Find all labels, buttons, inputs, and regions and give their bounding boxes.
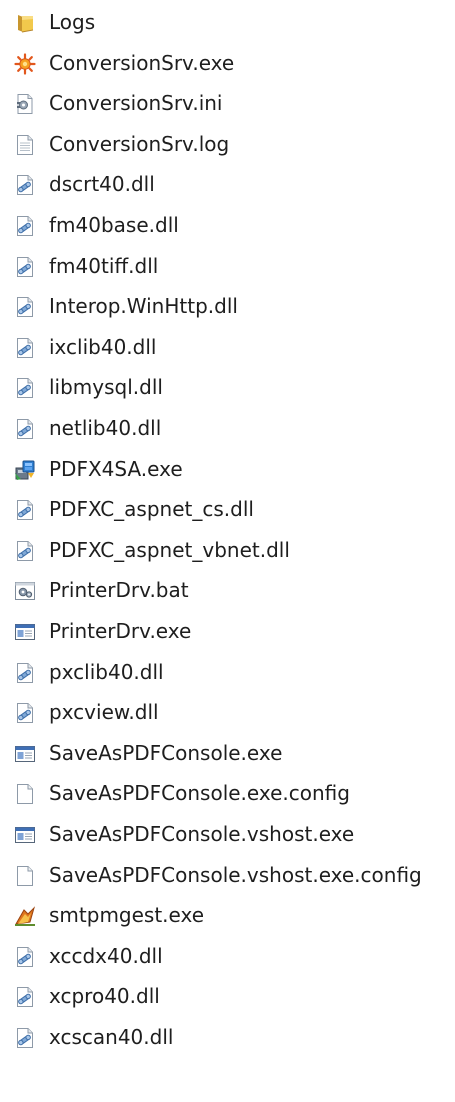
file-name: ConversionSrv.exe [49, 50, 235, 75]
file-name: PrinterDrv.exe [49, 619, 192, 643]
ini-settings-icon [14, 93, 36, 115]
file-row[interactable]: libmysql.dll [0, 368, 455, 406]
dll-icon [14, 1027, 36, 1049]
installer-icon [14, 459, 36, 481]
file-row[interactable]: SaveAsPDFConsole.exe [0, 734, 455, 772]
custom-exe-icon [14, 905, 36, 927]
file-name: SaveAsPDFConsole.exe.config [49, 781, 350, 806]
blank-file-icon [14, 783, 36, 805]
dll-icon [14, 377, 36, 399]
file-name: smtpmgest.exe [49, 903, 205, 928]
file-row[interactable]: smtpmgest.exe [0, 896, 455, 934]
file-name: xcscan40.dll [49, 1025, 174, 1049]
dll-icon [14, 215, 36, 237]
dll-icon [14, 174, 36, 196]
file-name: SaveAsPDFConsole.exe [49, 740, 283, 765]
folder-icon [14, 12, 36, 34]
file-row[interactable]: xcpro40.dll [0, 977, 455, 1015]
file-row[interactable]: pxclib40.dll [0, 653, 455, 691]
file-row[interactable]: ConversionSrv.log [0, 125, 455, 163]
dll-icon [14, 662, 36, 684]
file-name: Logs [49, 10, 96, 34]
dll-icon [14, 296, 36, 318]
file-name: netlib40.dll [49, 416, 162, 440]
file-name: pxclib40.dll [49, 659, 164, 684]
file-row[interactable]: ixclib40.dll [0, 328, 455, 366]
file-row[interactable]: PrinterDrv.exe [0, 612, 455, 650]
file-name: xcpro40.dll [49, 984, 160, 1009]
application-window-icon [14, 824, 36, 846]
file-row[interactable]: fm40tiff.dll [0, 247, 455, 285]
file-row[interactable]: PDFXC_aspnet_cs.dll [0, 490, 455, 528]
dll-icon [14, 540, 36, 562]
dll-icon [14, 702, 36, 724]
file-name: PDFXC_aspnet_cs.dll [49, 497, 254, 522]
file-name: PDFXC_aspnet_vbnet.dll [49, 537, 290, 562]
file-row[interactable]: ConversionSrv.ini [0, 84, 455, 122]
text-document-icon [14, 134, 36, 156]
file-name: ixclib40.dll [49, 334, 157, 359]
file-row[interactable]: SaveAsPDFConsole.vshost.exe.config [0, 856, 455, 894]
application-window-icon [14, 743, 36, 765]
dll-icon [14, 499, 36, 521]
file-name: SaveAsPDFConsole.vshost.exe.config [49, 862, 422, 887]
file-name: pxcview.dll [49, 700, 159, 725]
blank-file-icon [14, 865, 36, 887]
file-name: ConversionSrv.log [49, 131, 230, 156]
dll-icon [14, 337, 36, 359]
file-name: xccdx40.dll [49, 943, 163, 968]
file-name: dscrt40.dll [49, 172, 155, 197]
file-row[interactable]: netlib40.dll [0, 409, 455, 447]
file-name: fm40base.dll [49, 213, 179, 237]
file-list: Logs ConversionSrv.exe ConversionSrv.ini Co… [0, 0, 455, 1102]
file-name: SaveAsPDFConsole.vshost.exe [49, 822, 355, 846]
application-window-icon [14, 621, 36, 643]
file-name: PDFX4SA.exe [49, 456, 183, 481]
file-row[interactable]: SaveAsPDFConsole.exe.config [0, 774, 455, 812]
file-row[interactable]: ConversionSrv.exe [0, 44, 455, 82]
file-row[interactable]: Interop.WinHttp.dll [0, 287, 455, 325]
file-row[interactable]: PrinterDrv.bat [0, 571, 455, 609]
file-row[interactable]: pxcview.dll [0, 693, 455, 731]
file-row[interactable]: PDFX4SA.exe [0, 450, 455, 488]
gear-sun-exe-icon [14, 52, 36, 75]
file-name: fm40tiff.dll [49, 253, 159, 278]
file-name: PrinterDrv.bat [49, 578, 189, 603]
file-row[interactable]: SaveAsPDFConsole.vshost.exe [0, 815, 455, 853]
dll-icon [14, 256, 36, 278]
dll-icon [14, 946, 36, 968]
dll-icon [14, 986, 36, 1008]
file-row[interactable]: xccdx40.dll [0, 937, 455, 975]
file-row[interactable]: fm40base.dll [0, 206, 455, 244]
file-name: libmysql.dll [49, 375, 163, 400]
file-name: ConversionSrv.ini [49, 91, 223, 116]
file-row[interactable]: Logs [0, 3, 455, 41]
batch-file-icon [14, 580, 36, 602]
file-row[interactable]: xcscan40.dll [0, 1018, 455, 1056]
file-name: Interop.WinHttp.dll [49, 294, 238, 319]
file-row[interactable]: PDFXC_aspnet_vbnet.dll [0, 531, 455, 569]
dll-icon [14, 418, 36, 440]
file-row[interactable]: dscrt40.dll [0, 165, 455, 203]
